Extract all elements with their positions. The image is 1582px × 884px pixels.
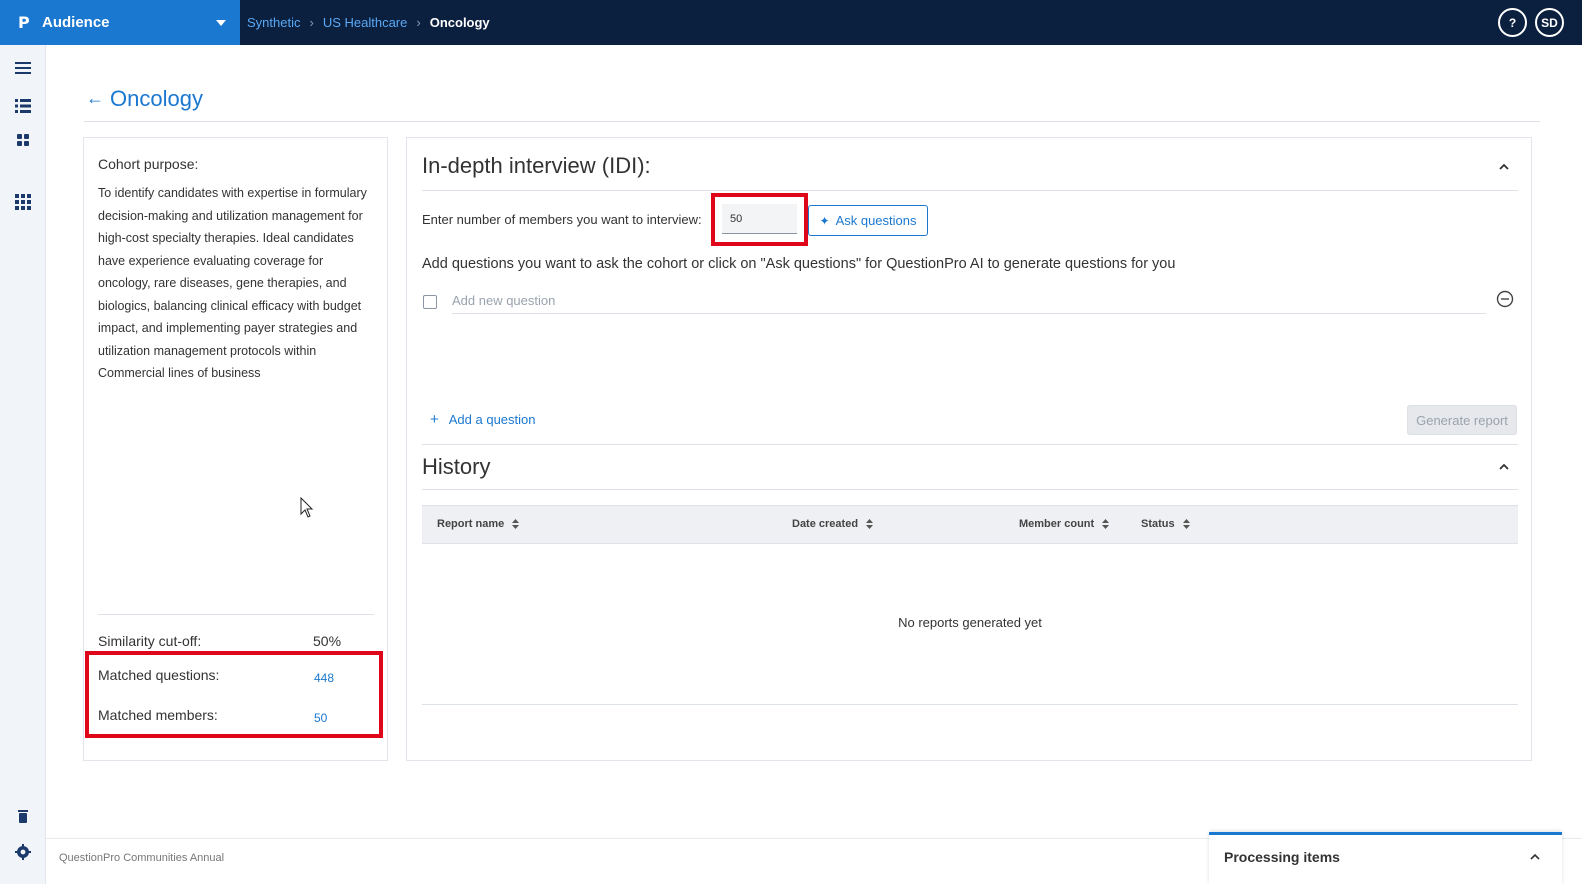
idi-card: In-depth interview (IDI): Enter number o… <box>406 137 1532 761</box>
chevron-right-icon: › <box>309 15 314 30</box>
divider <box>98 614 374 615</box>
similarity-label: Similarity cut-off: <box>98 633 202 649</box>
sort-icon <box>1182 519 1190 529</box>
cohort-card: Cohort purpose: To identify candidates w… <box>83 137 388 761</box>
chevron-up-icon[interactable] <box>1499 462 1509 472</box>
plus-icon: + <box>430 411 439 428</box>
left-rail <box>0 45 46 884</box>
column-label: Report name <box>437 518 505 530</box>
empty-state-text: No reports generated yet <box>898 615 1042 630</box>
back-arrow-icon[interactable]: ← <box>86 88 104 109</box>
sort-icon <box>866 519 874 529</box>
page-header: ← Oncology <box>84 84 1540 122</box>
sort-icon <box>512 519 520 529</box>
processing-items-label: Processing items <box>1224 849 1340 865</box>
caret-down-icon <box>216 20 226 26</box>
column-label: Member count <box>1019 518 1095 530</box>
sparkle-icon: ✦ <box>819 213 830 228</box>
column-status[interactable]: Status <box>1141 518 1190 530</box>
idi-title: In-depth interview (IDI): <box>422 153 651 178</box>
column-report-name[interactable]: Report name <box>437 518 520 530</box>
cohort-purpose-label: Cohort purpose: <box>98 156 199 172</box>
processing-items-panel[interactable]: Processing items <box>1209 832 1562 884</box>
footer-text: QuestionPro Communities Annual <box>59 852 225 864</box>
new-question-input[interactable] <box>452 288 1486 314</box>
app-switcher[interactable]: P Audience <box>0 0 240 45</box>
breadcrumb-synthetic[interactable]: Synthetic <box>247 15 300 30</box>
column-member-count[interactable]: Member count <box>1019 518 1110 530</box>
column-label: Date created <box>792 518 859 530</box>
trash-icon[interactable] <box>14 807 32 825</box>
matched-questions-label: Matched questions: <box>98 667 220 683</box>
matched-members-link[interactable]: 50 <box>314 711 327 725</box>
history-title: History <box>422 454 491 479</box>
breadcrumb: Synthetic › US Healthcare › Oncology <box>247 0 490 45</box>
user-avatar-button[interactable]: SD <box>1535 8 1564 37</box>
breadcrumb-current: Oncology <box>429 15 490 30</box>
breadcrumb-us-healthcare[interactable]: US Healthcare <box>323 15 408 30</box>
history-table-header: Report name Date created Member count St… <box>422 505 1518 544</box>
cohort-purpose-text: To identify candidates with expertise in… <box>98 186 367 380</box>
generate-report-button[interactable]: Generate report <box>1407 405 1517 435</box>
chevron-right-icon: › <box>416 15 421 30</box>
remove-question-icon[interactable] <box>1496 290 1514 308</box>
column-date-created[interactable]: Date created <box>792 518 874 530</box>
apps-grid-icon[interactable] <box>14 193 32 211</box>
app-name: Audience <box>42 14 110 31</box>
divider <box>422 489 1518 490</box>
matched-members-label: Matched members: <box>98 707 218 723</box>
app-logo: P <box>18 13 30 32</box>
dashboard-icon[interactable] <box>14 131 32 149</box>
members-count-label: Enter number of members you want to inte… <box>422 212 702 227</box>
add-question-button[interactable]: + Add a question <box>430 411 536 428</box>
ask-questions-button[interactable]: ✦ Ask questions <box>808 205 928 236</box>
similarity-value: 50% <box>313 633 342 649</box>
gear-icon[interactable] <box>14 843 32 861</box>
help-button[interactable]: ? <box>1498 8 1527 37</box>
list-icon[interactable] <box>14 97 32 115</box>
divider <box>422 190 1518 191</box>
page-title: Oncology <box>110 86 203 111</box>
matched-questions-link[interactable]: 448 <box>314 671 334 685</box>
add-question-label: Add a question <box>448 412 536 427</box>
question-checkbox[interactable] <box>423 295 437 309</box>
chevron-up-icon[interactable] <box>1530 852 1540 862</box>
divider <box>422 704 1518 705</box>
divider <box>422 444 1518 445</box>
ask-questions-label: Ask questions <box>835 213 917 228</box>
top-bar: P Audience Synthetic › US Healthcare › O… <box>0 0 1582 45</box>
column-label: Status <box>1141 518 1175 530</box>
menu-icon[interactable] <box>14 59 32 77</box>
questions-help-text: Add questions you want to ask the cohort… <box>422 256 1176 272</box>
members-count-input[interactable] <box>722 204 797 234</box>
sort-icon <box>1102 519 1110 529</box>
chevron-up-icon[interactable] <box>1499 162 1509 172</box>
